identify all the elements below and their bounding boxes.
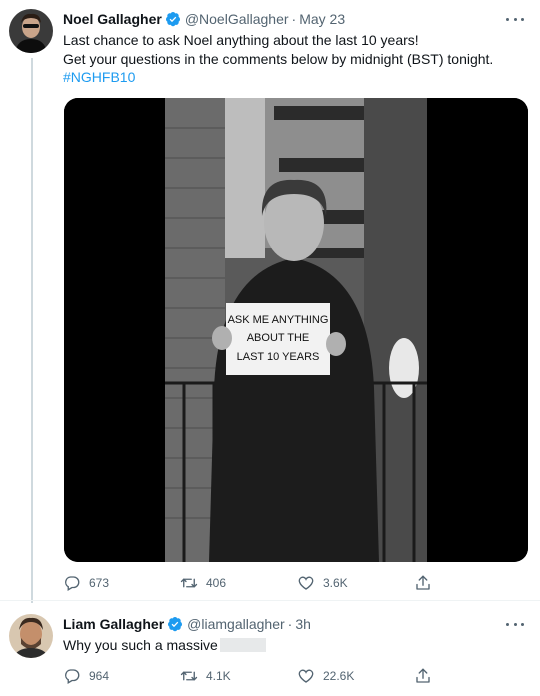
separator-dot: ·	[291, 11, 297, 27]
verified-badge-icon	[168, 617, 183, 632]
tweet-noel[interactable]: Noel Gallagher @NoelGallagher · May 23 L…	[0, 0, 540, 600]
photo-sign-line: LAST 10 YEARS	[237, 351, 320, 363]
retweet-count: 4.1K	[206, 669, 231, 683]
tweet-text: Last chance to ask Noel anything about t…	[63, 31, 528, 87]
retweet-button[interactable]: 4.1K	[180, 667, 297, 685]
tweet-text: Why you such a massive	[63, 636, 528, 655]
tweet-header: Noel Gallagher @NoelGallagher · May 23	[63, 10, 528, 28]
tweet-header: Liam Gallagher @liamgallagher · 3h	[63, 615, 528, 633]
avatar-noel[interactable]	[9, 9, 53, 53]
tweet-body: Noel Gallagher @NoelGallagher · May 23 L…	[63, 10, 528, 562]
like-icon	[298, 576, 314, 590]
reply-count: 964	[89, 669, 110, 683]
avatar-liam[interactable]	[9, 614, 53, 658]
tweet-photo[interactable]: ASK ME ANYTHING ABOUT THE LAST 10 YEARS	[64, 98, 528, 562]
author-name[interactable]: Noel Gallagher	[63, 10, 162, 28]
hashtag-link[interactable]: #NGHFB10	[63, 68, 528, 87]
tweet-actions: 964 4.1K 22.6K	[63, 667, 483, 685]
more-icon[interactable]	[506, 12, 524, 26]
like-icon	[298, 669, 314, 683]
author-name[interactable]: Liam Gallagher	[63, 615, 164, 633]
reply-count: 673	[89, 576, 110, 590]
more-icon[interactable]	[506, 617, 524, 631]
redacted-word	[219, 638, 266, 652]
photo-sign-line: ABOUT THE	[247, 332, 310, 344]
retweet-icon	[180, 671, 198, 681]
share-icon	[416, 575, 430, 590]
verified-badge-icon	[165, 12, 180, 27]
reply-button[interactable]: 964	[63, 667, 180, 685]
tweet-body: Liam Gallagher @liamgallagher · 3h Why y…	[63, 615, 528, 655]
tweet-text-line: Why you such a massive	[63, 637, 218, 653]
like-button[interactable]: 3.6K	[297, 574, 414, 592]
tweet-timestamp[interactable]: May 23	[299, 10, 345, 28]
tweet-liam[interactable]: Liam Gallagher @liamgallagher · 3h Why y…	[0, 600, 540, 696]
like-count: 3.6K	[323, 576, 348, 590]
tweet-actions: 673 406 3.6K	[63, 574, 483, 592]
share-button[interactable]	[414, 574, 454, 592]
reply-button[interactable]: 673	[63, 574, 180, 592]
separator-dot: ·	[287, 616, 293, 632]
tweet-timestamp[interactable]: 3h	[295, 615, 311, 633]
tweet-text-line: Last chance to ask Noel anything about t…	[63, 32, 419, 48]
tweet-text-line: Get your questions in the comments below…	[63, 50, 494, 67]
photo-sign-line: ASK ME ANYTHING	[228, 314, 329, 326]
share-icon	[416, 668, 430, 683]
reply-icon	[65, 576, 80, 591]
retweet-button[interactable]: 406	[180, 574, 297, 592]
like-button[interactable]: 22.6K	[297, 667, 414, 685]
retweet-count: 406	[206, 576, 227, 590]
reply-icon	[65, 669, 80, 684]
like-count: 22.6K	[323, 669, 355, 683]
retweet-icon	[180, 578, 198, 588]
share-button[interactable]	[414, 667, 454, 685]
author-handle[interactable]: @NoelGallagher	[185, 10, 289, 28]
author-handle[interactable]: @liamgallagher	[187, 615, 284, 633]
